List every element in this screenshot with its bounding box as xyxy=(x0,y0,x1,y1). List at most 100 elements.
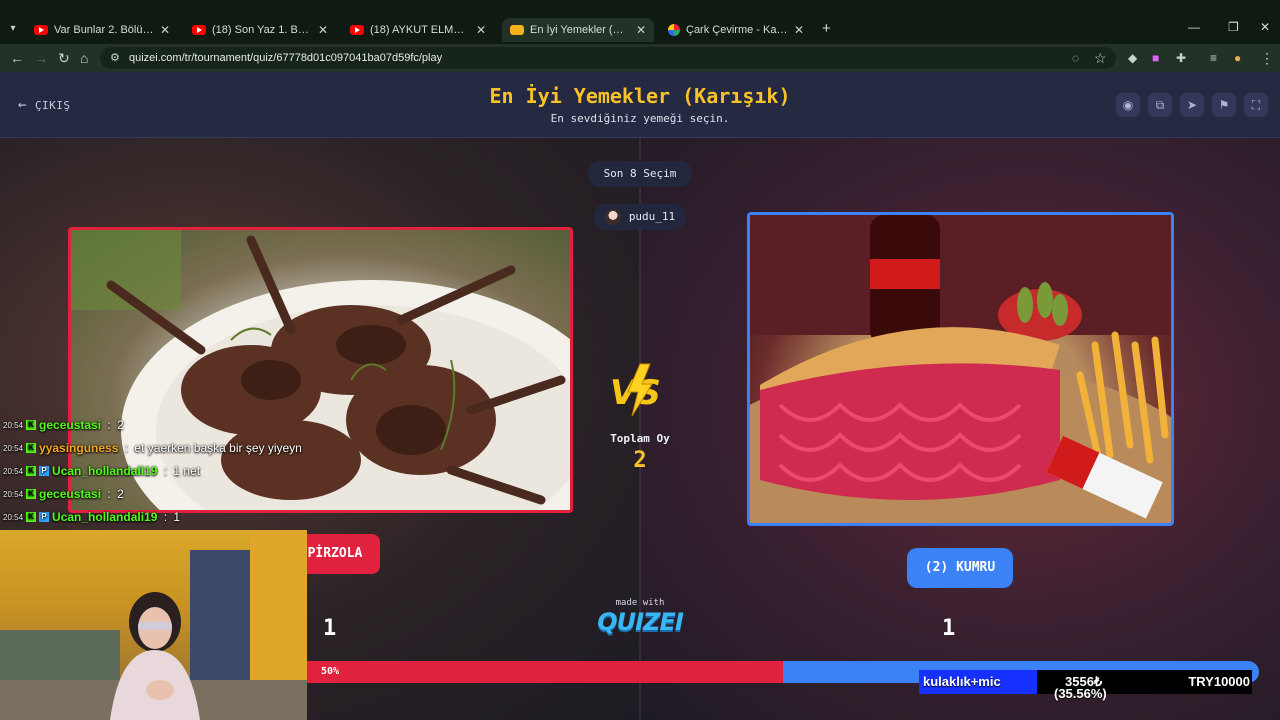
chat-message: 20:54 Kyyasinguness : et yaerken başka bi… xyxy=(3,441,302,455)
forward-icon[interactable]: → xyxy=(34,49,48,67)
tab-title: (18) AYKUT ELMAS KOMİK VİNE xyxy=(370,24,470,36)
tab-title: (18) Son Yaz 1. Bölüm | İki Yaba xyxy=(212,24,312,36)
page-subtitle: En sevdiğiniz yemeği seçin. xyxy=(550,112,730,125)
chat-username[interactable]: geceustasi xyxy=(39,418,101,432)
close-tab-icon[interactable]: ✕ xyxy=(160,23,170,37)
extensions-puzzle-icon[interactable]: ✚ xyxy=(1176,49,1186,67)
extension-icon[interactable]: ◆ xyxy=(1128,49,1137,67)
chat-text: 2 xyxy=(117,487,124,501)
eye-icon[interactable]: ◉ xyxy=(1116,93,1140,117)
minimize-icon[interactable]: — xyxy=(1188,20,1200,34)
made-with-label: made with xyxy=(615,598,665,608)
quizei-icon xyxy=(510,25,524,35)
chat-separator: : xyxy=(104,418,115,432)
browser-tab-strip: ▾ Var Bunlar 2. Bölüm - YouTube✕(18) Son… xyxy=(0,0,1280,44)
browser-tab[interactable]: En İyi Yemekler (Karışık) - Tier L ✕ xyxy=(502,18,654,42)
chat-text: 2 xyxy=(117,418,124,432)
tab-search-button[interactable]: ▾ xyxy=(4,20,22,38)
chat-username[interactable]: geceustasi xyxy=(39,487,101,501)
youtube-icon xyxy=(192,25,206,35)
left-vote-fill xyxy=(307,661,783,683)
webcam-overlay xyxy=(0,530,307,720)
url-text[interactable]: quizei.com/tr/tournament/quiz/67778d01c0… xyxy=(129,52,442,64)
fullscreen-icon[interactable]: ⛶ xyxy=(1244,93,1268,117)
chat-timestamp: 20:54 xyxy=(3,512,24,522)
goal-target: TRY10000 xyxy=(1188,674,1250,689)
right-vote-count: 1 xyxy=(942,616,956,641)
chat-separator: : xyxy=(160,464,171,478)
subscriber-badge-icon: P xyxy=(39,466,50,476)
chat-timestamp: 20:54 xyxy=(3,466,24,476)
goal-label: kulaklık+mic xyxy=(923,674,1001,689)
kick-badge-icon: K xyxy=(26,512,37,522)
close-window-icon[interactable]: ✕ xyxy=(1260,20,1270,34)
quiz-header: ← ÇIKIŞ En İyi Yemekler (Karışık) En sev… xyxy=(0,72,1280,138)
eye-off-icon[interactable]: ◌ xyxy=(1072,49,1079,67)
chat-separator: : xyxy=(160,510,171,524)
close-tab-icon[interactable]: ✕ xyxy=(636,23,646,37)
chat-timestamp: 20:54 xyxy=(3,420,24,430)
chat-message: 20:54 K P Ucan_hollandali19 : 1 xyxy=(3,510,180,524)
youtube-icon xyxy=(350,25,364,35)
chat-username[interactable]: yyasinguness xyxy=(39,441,118,455)
chat-timestamp: 20:54 xyxy=(3,489,24,499)
chat-text: 1 net xyxy=(173,464,201,478)
menu-icon[interactable]: ⋮ xyxy=(1260,49,1274,67)
kick-badge-icon: K xyxy=(26,466,37,476)
close-tab-icon[interactable]: ✕ xyxy=(318,23,328,37)
user-badge: pudu_11 xyxy=(594,204,686,230)
chat-separator: : xyxy=(104,487,115,501)
webcam-feed xyxy=(0,530,307,720)
new-tab-button[interactable]: + xyxy=(822,20,831,37)
browser-tab[interactable]: (18) AYKUT ELMAS KOMİK VİNE ✕ xyxy=(342,18,494,42)
subscriber-badge-icon: P xyxy=(39,512,50,522)
avatar xyxy=(604,209,621,225)
extension-icon[interactable]: ■ xyxy=(1152,49,1159,67)
back-icon[interactable]: ← xyxy=(10,49,24,67)
chat-message: 20:54 Kgeceustasi : 2 xyxy=(3,487,124,501)
quiz-page: ← ÇIKIŞ En İyi Yemekler (Karışık) En sev… xyxy=(0,72,1280,720)
kick-badge-icon: K xyxy=(26,443,37,453)
chat-username[interactable]: Ucan_hollandali19 xyxy=(52,464,157,478)
chat-message: 20:54 Kgeceustasi : 2 xyxy=(3,418,124,432)
chat-text: 1 xyxy=(173,510,181,524)
kumru-sandwich-image xyxy=(750,215,1171,523)
flag-icon[interactable]: ⚑ xyxy=(1212,93,1236,117)
tab-title: En İyi Yemekler (Karışık) - Tier L xyxy=(530,24,630,36)
media-control-icon[interactable]: ≡ xyxy=(1210,49,1217,67)
chat-message: 20:54 K P Ucan_hollandali19 : 1 net xyxy=(3,464,200,478)
total-votes-value: 2 xyxy=(633,448,647,473)
home-icon[interactable]: ⌂ xyxy=(80,49,88,67)
send-icon[interactable]: ➤ xyxy=(1180,93,1204,117)
vs-icon: VS xyxy=(610,363,661,417)
total-votes-label: Toplam Oy xyxy=(610,432,670,445)
browser-toolbar: ← → ↻ ⌂ ⚙ quizei.com/tr/tournament/quiz/… xyxy=(0,44,1280,72)
kick-badge-icon: K xyxy=(26,420,37,430)
wheel-icon xyxy=(668,24,680,36)
reload-icon[interactable]: ↻ xyxy=(58,49,70,67)
close-tab-icon[interactable]: ✕ xyxy=(794,23,804,37)
bookmark-star-icon[interactable]: ☆ xyxy=(1094,49,1107,67)
username: pudu_11 xyxy=(628,210,676,223)
choice-image-right[interactable] xyxy=(747,212,1174,526)
chat-timestamp: 20:54 xyxy=(3,443,24,453)
browser-tab[interactable]: Var Bunlar 2. Bölüm - YouTube ✕ xyxy=(26,18,178,42)
tab-title: Çark Çevirme - Karar Çarkı xyxy=(686,24,788,36)
youtube-icon xyxy=(34,25,48,35)
quizei-logo[interactable]: QUIZEI xyxy=(590,608,690,636)
browser-tab[interactable]: (18) Son Yaz 1. Bölüm | İki Yaba ✕ xyxy=(184,18,336,42)
copy-icon[interactable]: ⧉ xyxy=(1148,93,1172,117)
browser-tab[interactable]: Çark Çevirme - Karar Çarkı ✕ xyxy=(660,18,812,42)
restore-icon[interactable]: ❐ xyxy=(1228,20,1239,34)
site-info-icon[interactable]: ⚙ xyxy=(110,51,120,64)
left-vote-percent: 50% xyxy=(321,666,340,677)
choice-right-button[interactable]: (2) KUMRU xyxy=(907,548,1013,588)
profile-avatar[interactable]: ● xyxy=(1234,49,1241,67)
tab-title: Var Bunlar 2. Bölüm - YouTube xyxy=(54,24,154,36)
page-title: En İyi Yemekler (Karışık) xyxy=(489,84,791,108)
chat-username[interactable]: Ucan_hollandali19 xyxy=(52,510,157,524)
chat-text: et yaerken başka bir şey yiyeyn xyxy=(134,441,302,455)
round-badge: Son 8 Seçim xyxy=(588,161,692,187)
chat-separator: : xyxy=(121,441,132,455)
close-tab-icon[interactable]: ✕ xyxy=(476,23,486,37)
